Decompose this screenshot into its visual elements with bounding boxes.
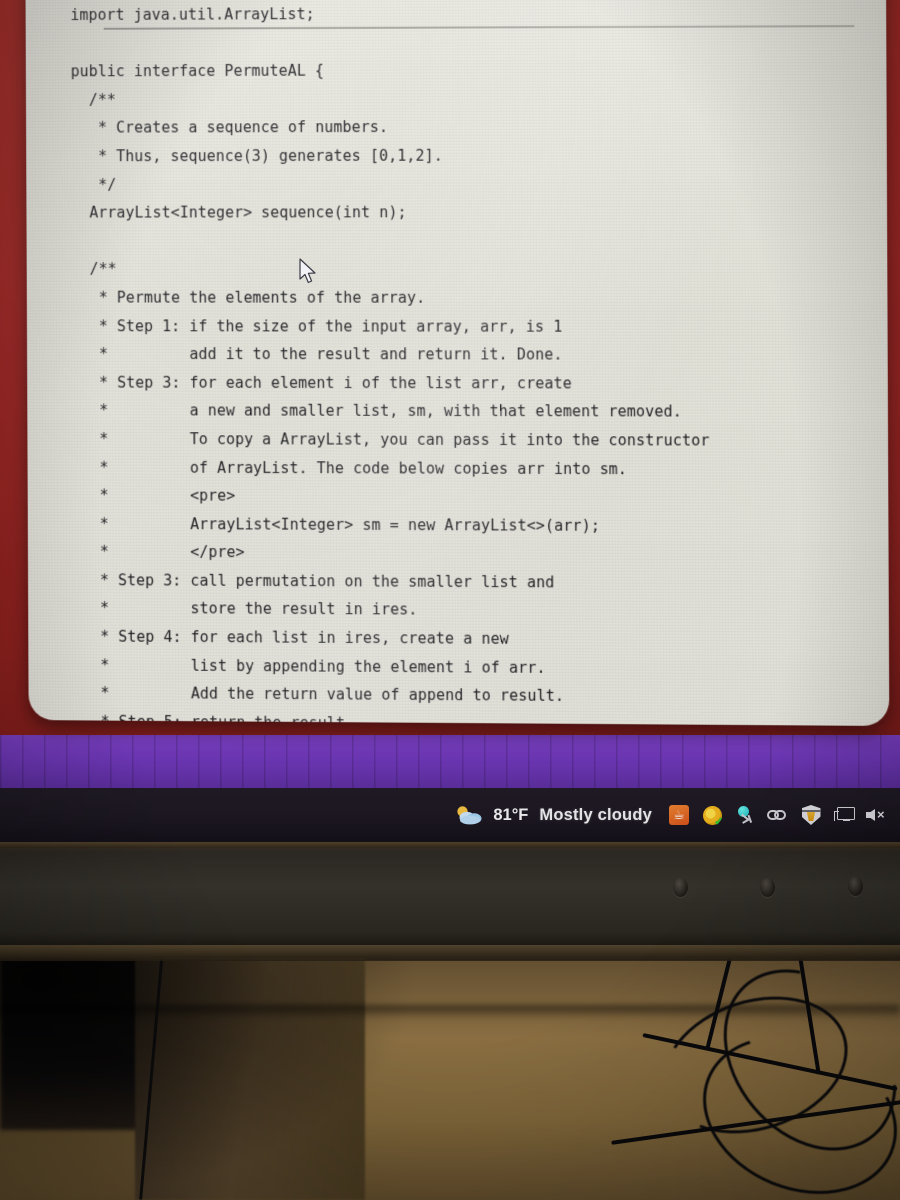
display-icon[interactable]: [833, 804, 855, 826]
system-tray[interactable]: ☕ ✓ ×: [668, 804, 888, 828]
weather-widget[interactable]: 81°F Mostly cloudy: [454, 804, 652, 826]
desktop-wallpaper-purple: [0, 735, 900, 790]
monitor-button[interactable]: [760, 878, 775, 897]
code-line: * <pre>: [72, 486, 236, 505]
code-line: * of ArrayList. The code below copies ar…: [72, 458, 628, 478]
java-icon[interactable]: ☕: [668, 804, 690, 826]
code-line: * Creates a sequence of numbers.: [70, 118, 389, 137]
code-line: public interface PermuteAL {: [70, 61, 325, 81]
code-line: * Step 4: for each list in ires, create …: [73, 627, 509, 648]
link-icon[interactable]: [767, 804, 789, 826]
code-line: import java.util.ArrayList;: [70, 5, 315, 24]
defender-shield-icon[interactable]: [800, 804, 822, 826]
monitor-screen: import java.util.ArrayList; public inter…: [0, 0, 900, 842]
code-line: /**: [71, 260, 117, 279]
weather-temperature: 81°F: [493, 805, 529, 824]
code-editor-window[interactable]: import java.util.ArrayList; public inter…: [25, 0, 890, 727]
code-line: * Step 1: if the size of the input array…: [71, 316, 563, 336]
monitor-button[interactable]: [673, 878, 688, 897]
volume-mute-icon[interactable]: ×: [866, 804, 888, 826]
code-line: * </pre>: [72, 542, 245, 562]
code-line: * a new and smaller list, sm, with that …: [72, 401, 682, 421]
desk-shadow: [0, 955, 420, 1200]
partly-cloudy-icon: [457, 806, 482, 825]
weather-condition: Mostly cloudy: [539, 805, 652, 824]
photo-of-monitor-scene: import java.util.ArrayList; public inter…: [0, 0, 900, 1200]
code-area[interactable]: import java.util.ArrayList; public inter…: [70, 0, 873, 726]
code-line: */: [71, 175, 117, 194]
code-line: * Permute the elements of the array.: [71, 288, 426, 307]
monitor-bezel: [0, 838, 900, 961]
code-line: * Step 3: for each element i of the list…: [71, 373, 572, 393]
code-line: * add it to the result and return it. Do…: [71, 345, 563, 364]
code-line: * store the result in ires.: [72, 599, 418, 619]
network-globe-icon[interactable]: [734, 804, 756, 826]
sync-wireless-icon[interactable]: [701, 804, 723, 828]
code-line: /**: [70, 90, 116, 109]
code-line: ArrayList<Integer> sequence(int n);: [71, 203, 407, 222]
mouse-cursor: [299, 258, 316, 284]
code-line: * To copy a ArrayList, you can pass it i…: [72, 429, 710, 450]
bezel-bottom-edge: [0, 945, 900, 961]
code-line: * Thus, sequence(3) generates [0,1,2].: [71, 146, 443, 166]
monitor-power-button[interactable]: [848, 877, 863, 896]
code-line: * ArrayList<Integer> sm = new ArrayList<…: [72, 514, 600, 535]
code-line: * Step 3: call permutation on the smalle…: [72, 571, 555, 592]
windows-taskbar[interactable]: 81°F Mostly cloudy ☕ ✓ ×: [0, 788, 900, 842]
